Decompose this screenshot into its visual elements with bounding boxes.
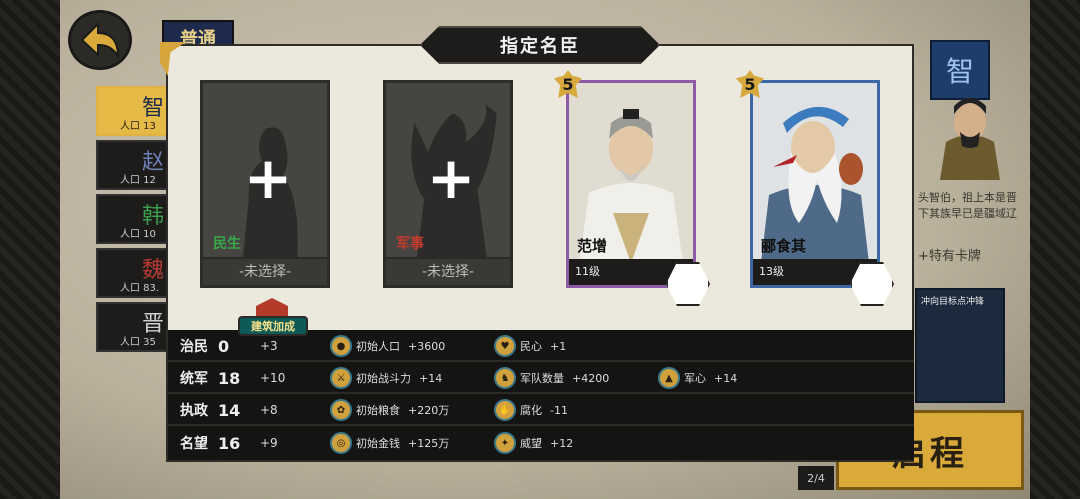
corruption-icon: ✋ xyxy=(494,399,516,421)
right-frame xyxy=(1030,0,1080,499)
effect-item: ◎ 初始金钱 +125万 xyxy=(330,432,449,454)
country-population: 人口 13 xyxy=(120,121,156,132)
stat-value: 0 xyxy=(218,336,230,356)
special-card-caption: 冲向目标点冲锋 xyxy=(921,297,985,307)
minister-name: 范增 xyxy=(577,237,608,255)
effect-name: 民心 xyxy=(520,340,542,353)
stat-row-mingwang: 名望 16 +9 ◎ 初始金钱 +125万 ✦ 威望 +12 xyxy=(168,428,914,458)
effect-name: 军心 xyxy=(684,372,706,385)
effect-value: +12 xyxy=(550,436,574,450)
stat-label: 治民 xyxy=(180,339,208,355)
stat-bonus: +8 xyxy=(260,403,278,417)
prestige-icon: ✦ xyxy=(494,432,516,454)
back-arrow-icon xyxy=(80,21,120,60)
effect-value: +14 xyxy=(714,371,738,385)
person-icon: ● xyxy=(330,335,352,357)
stat-bonus: +9 xyxy=(260,436,278,450)
effect-name: 初始人口 xyxy=(356,340,400,353)
grain-icon: ✿ xyxy=(330,399,352,421)
page-indicator: 2/4 xyxy=(798,466,834,490)
effect-value: +4200 xyxy=(572,371,610,385)
stat-value: 18 xyxy=(218,368,241,388)
minister-name: 郦食其 xyxy=(761,237,807,255)
effect-item: ♥ 民心 +1 xyxy=(494,335,566,357)
sword-icon: ⚔ xyxy=(330,367,352,389)
add-icon: + xyxy=(426,144,476,212)
country-population: 人口 83. xyxy=(120,283,160,294)
country-item-zhao[interactable]: 赵 人口 12 xyxy=(96,140,172,190)
stat-label: 执政 xyxy=(180,403,208,419)
army-icon: ♞ xyxy=(494,367,516,389)
minister-slot-military[interactable]: + 军事 -未选择- xyxy=(383,80,513,288)
slot-role: 民生 xyxy=(213,236,241,252)
effect-item: ▲ 军心 +14 xyxy=(658,367,737,389)
special-card[interactable]: 冲向目标点冲锋 xyxy=(915,288,1005,403)
slot-role: 军事 xyxy=(396,236,424,252)
slot-unselected-label: -未选择- xyxy=(386,257,510,285)
building-bonus-tag: 建筑加成 xyxy=(238,316,308,336)
effect-item: ✿ 初始粮食 +220万 xyxy=(330,399,449,421)
effect-value: +3600 xyxy=(408,339,446,353)
country-item-jin[interactable]: 晋 人口 35 xyxy=(96,302,172,352)
effect-name: 军队数量 xyxy=(520,372,564,385)
faction-description: 头智伯，祖上本是晋 下其族早已是疆域辽 xyxy=(918,191,1017,220)
stat-row-zhimin: 治民 0 +3 ● 初始人口 +3600 ♥ 民心 +1 xyxy=(168,332,914,362)
stat-bonus: +10 xyxy=(260,371,286,385)
effect-item: ✦ 威望 +12 xyxy=(494,432,573,454)
effect-name: 初始粮食 xyxy=(356,404,400,417)
coin-icon: ◎ xyxy=(330,432,352,454)
helmet-icon: ▲ xyxy=(658,367,680,389)
stat-label: 名望 xyxy=(180,436,208,452)
effect-name: 腐化 xyxy=(520,404,542,417)
country-item-han[interactable]: 韩 人口 10 xyxy=(96,194,172,244)
effect-item: ⚔ 初始战斗力 +14 xyxy=(330,367,442,389)
effect-item: ♞ 军队数量 +4200 xyxy=(494,367,609,389)
effect-value: +14 xyxy=(419,371,443,385)
effect-item: ● 初始人口 +3600 xyxy=(330,335,445,357)
effect-name: 初始战斗力 xyxy=(356,372,411,385)
slot-unselected-label: -未选择- xyxy=(203,257,327,285)
country-list: 智 人口 13 赵 人口 12 韩 人口 10 魏 人口 83. 晋 人口 35 xyxy=(96,86,172,356)
stat-value: 16 xyxy=(218,433,241,453)
country-population: 人口 12 xyxy=(120,175,156,186)
leader-portrait xyxy=(930,80,1010,180)
heart-icon: ♥ xyxy=(494,335,516,357)
stat-value: 14 xyxy=(218,400,241,420)
effect-value: -11 xyxy=(550,403,568,417)
effect-value: +125万 xyxy=(408,437,450,450)
minister-slot-civil[interactable]: + 民生 -未选择- xyxy=(200,80,330,288)
effect-name: 初始金钱 xyxy=(356,437,400,450)
stat-row-zhizheng: 执政 14 +8 ✿ 初始粮食 +220万 ✋ 腐化 -11 xyxy=(168,396,914,426)
left-frame xyxy=(0,0,60,499)
country-item-zhi[interactable]: 智 人口 13 xyxy=(96,86,172,136)
effect-item: ✋ 腐化 -11 xyxy=(494,399,568,421)
dialog-title: 指定名臣 xyxy=(420,26,660,64)
stats-table: 治民 0 +3 ● 初始人口 +3600 ♥ 民心 +1 统军 18 +10 ⚔… xyxy=(168,330,914,460)
back-button[interactable] xyxy=(68,10,132,70)
special-card-label: +特有卡牌 xyxy=(918,249,981,264)
effect-value: +220万 xyxy=(408,404,450,417)
stat-bonus: +3 xyxy=(260,339,278,353)
minister-card-fan-zeng[interactable]: 范增 11级 xyxy=(566,80,696,288)
country-item-wei[interactable]: 魏 人口 83. xyxy=(96,248,172,298)
effect-value: +1 xyxy=(550,339,567,353)
stat-row-tongjun: 统军 18 +10 ⚔ 初始战斗力 +14 ♞ 军队数量 +4200 ▲ 军心 … xyxy=(168,364,914,394)
add-icon: + xyxy=(243,144,293,212)
country-population: 人口 35 xyxy=(120,337,156,348)
country-population: 人口 10 xyxy=(120,229,156,240)
effect-name: 威望 xyxy=(520,437,542,450)
stat-label: 统军 xyxy=(180,371,208,387)
minister-card-li-yiji[interactable]: 郦食其 13级 xyxy=(750,80,880,288)
